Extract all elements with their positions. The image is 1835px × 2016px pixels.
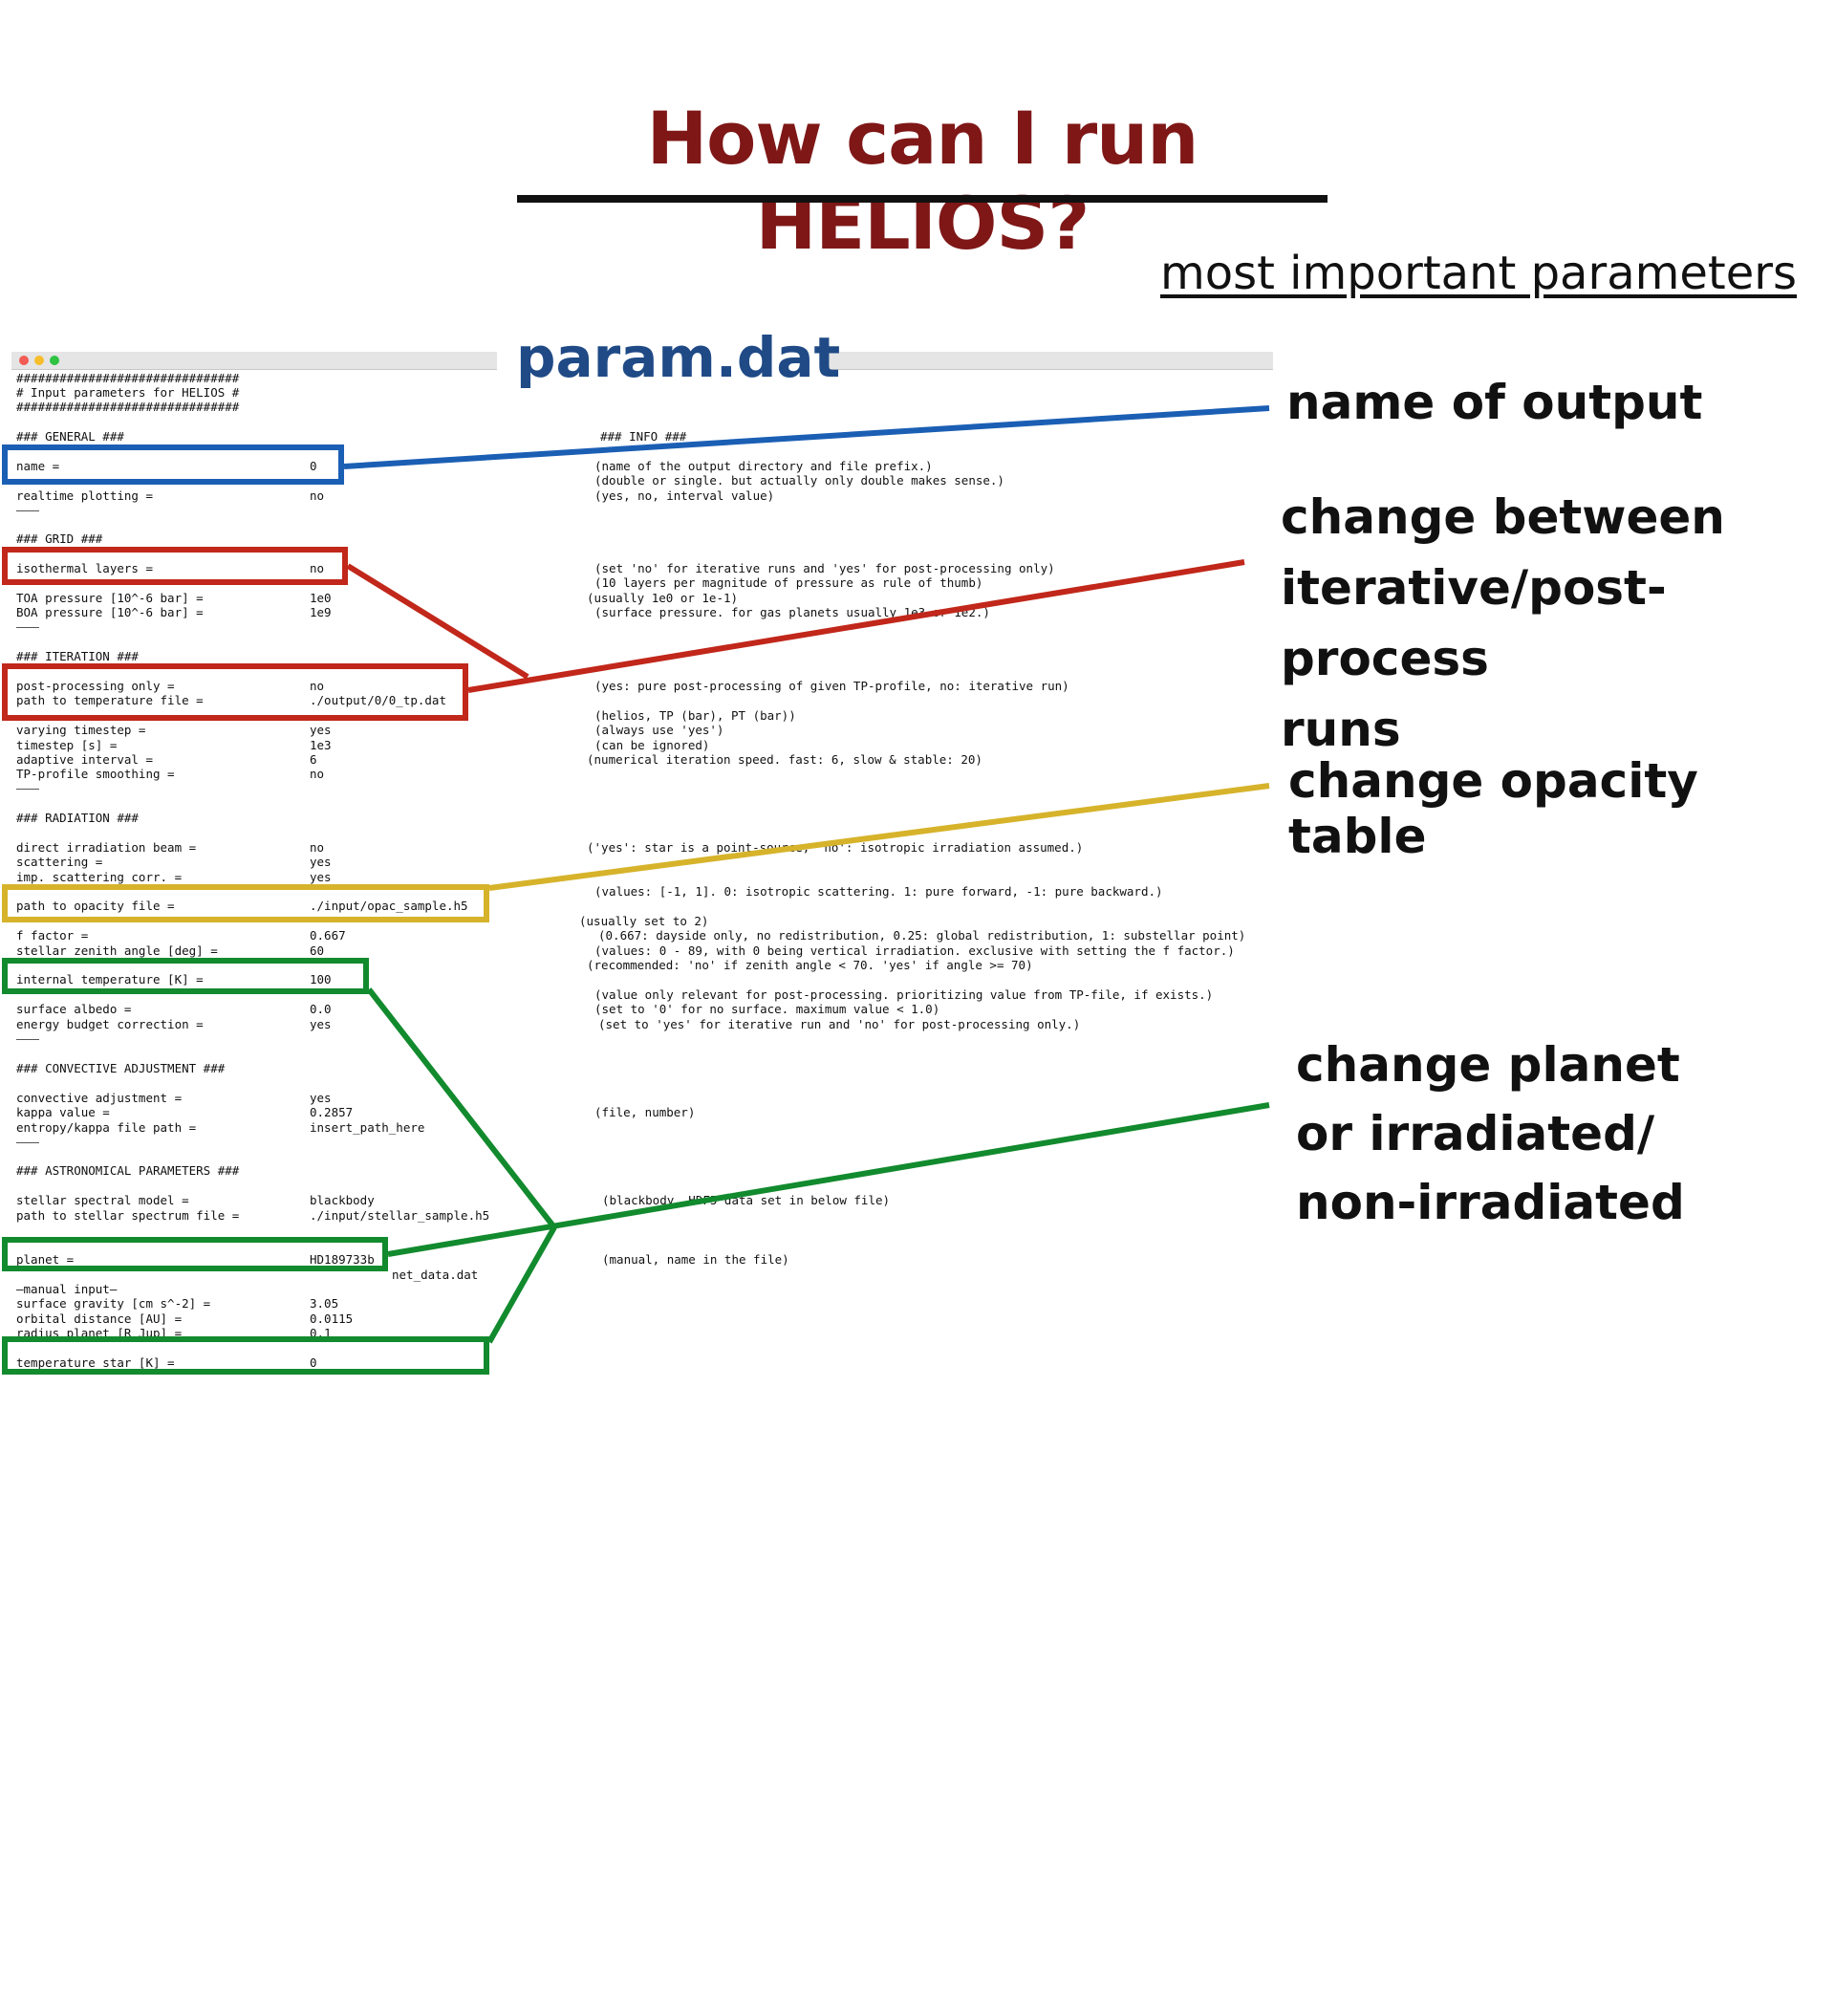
callout-iterative: change between iterative/post-process ru… (1281, 482, 1835, 765)
callout-line: or irradiated/ (1296, 1106, 1655, 1161)
iterative-connector (467, 559, 1245, 693)
output-connector (343, 405, 1270, 469)
callout-line: non-irradiated (1296, 1175, 1685, 1230)
planet-connector (486, 1225, 557, 1344)
opacity-connector (488, 783, 1270, 891)
callout-opacity: change opacity table (1288, 753, 1698, 864)
callout-line: change between (1281, 489, 1725, 545)
iterative-connector (346, 563, 529, 680)
callout-output: name of output (1286, 375, 1703, 430)
callout-line: iterative/post-process (1281, 560, 1667, 686)
callout-line: change planet (1296, 1037, 1680, 1093)
callout-planet: change planet or irradiated/ non-irradia… (1296, 1030, 1685, 1237)
planet-connector (366, 987, 557, 1229)
